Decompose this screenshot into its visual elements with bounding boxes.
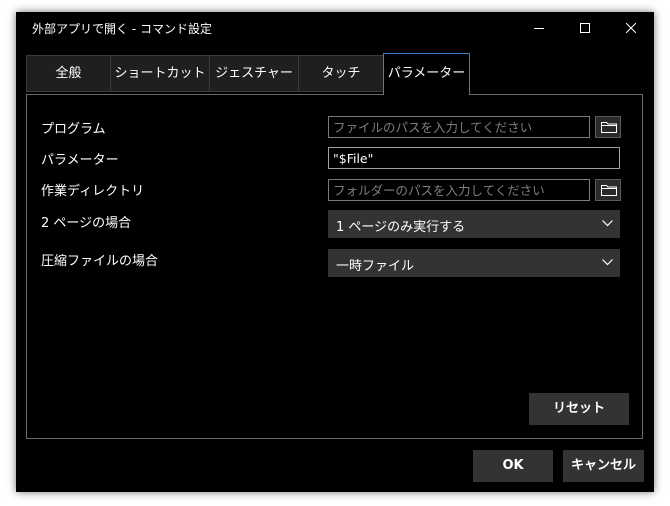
chevron-down-icon [602, 220, 613, 227]
maximize-icon [580, 23, 590, 33]
tab-gesture[interactable]: ジェスチャー [209, 55, 299, 92]
two-page-select[interactable]: 1 ページのみ実行する [328, 210, 620, 238]
close-icon [626, 23, 636, 33]
workdir-browse-button[interactable] [595, 179, 621, 201]
chevron-down-icon [602, 259, 613, 266]
parameter-label: パラメーター [41, 153, 119, 168]
dialog-window: 外部アプリで開く - コマンド設定 全般 ショートカット ジェスチャー タッチ … [16, 12, 654, 492]
parameter-panel: プログラム パラメーター 作業ディレクトリ 2 ページの場合 1 ページのみ実行… [26, 94, 643, 439]
maximize-button[interactable] [562, 12, 608, 44]
minimize-button[interactable] [516, 12, 562, 44]
title-bar[interactable]: 外部アプリで開く - コマンド設定 [16, 12, 654, 44]
ok-button[interactable]: OK [473, 450, 553, 482]
folder-icon [601, 185, 617, 196]
workdir-path-input[interactable] [328, 179, 590, 201]
tab-shortcut[interactable]: ショートカット [110, 55, 210, 92]
folder-icon [601, 122, 617, 133]
parameter-input[interactable] [328, 147, 620, 169]
archive-selected: 一時ファイル [336, 259, 415, 274]
archive-select[interactable]: 一時ファイル [328, 249, 620, 277]
program-label: プログラム [41, 122, 106, 137]
archive-label: 圧縮ファイルの場合 [41, 254, 159, 269]
workdir-label: 作業ディレクトリ [41, 184, 145, 199]
program-path-input[interactable] [328, 116, 590, 138]
minimize-icon [534, 28, 544, 29]
tab-parameter[interactable]: パラメーター [383, 53, 470, 95]
window-title: 外部アプリで開く - コマンド設定 [32, 22, 212, 36]
reset-button[interactable]: リセット [529, 393, 629, 425]
close-button[interactable] [608, 12, 654, 44]
two-page-selected: 1 ページのみ実行する [336, 220, 466, 235]
cancel-button[interactable]: キャンセル [563, 450, 644, 482]
two-page-label: 2 ページの場合 [41, 216, 132, 231]
tab-touch[interactable]: タッチ [298, 55, 384, 92]
program-browse-button[interactable] [595, 116, 621, 138]
tab-general[interactable]: 全般 [26, 55, 111, 92]
